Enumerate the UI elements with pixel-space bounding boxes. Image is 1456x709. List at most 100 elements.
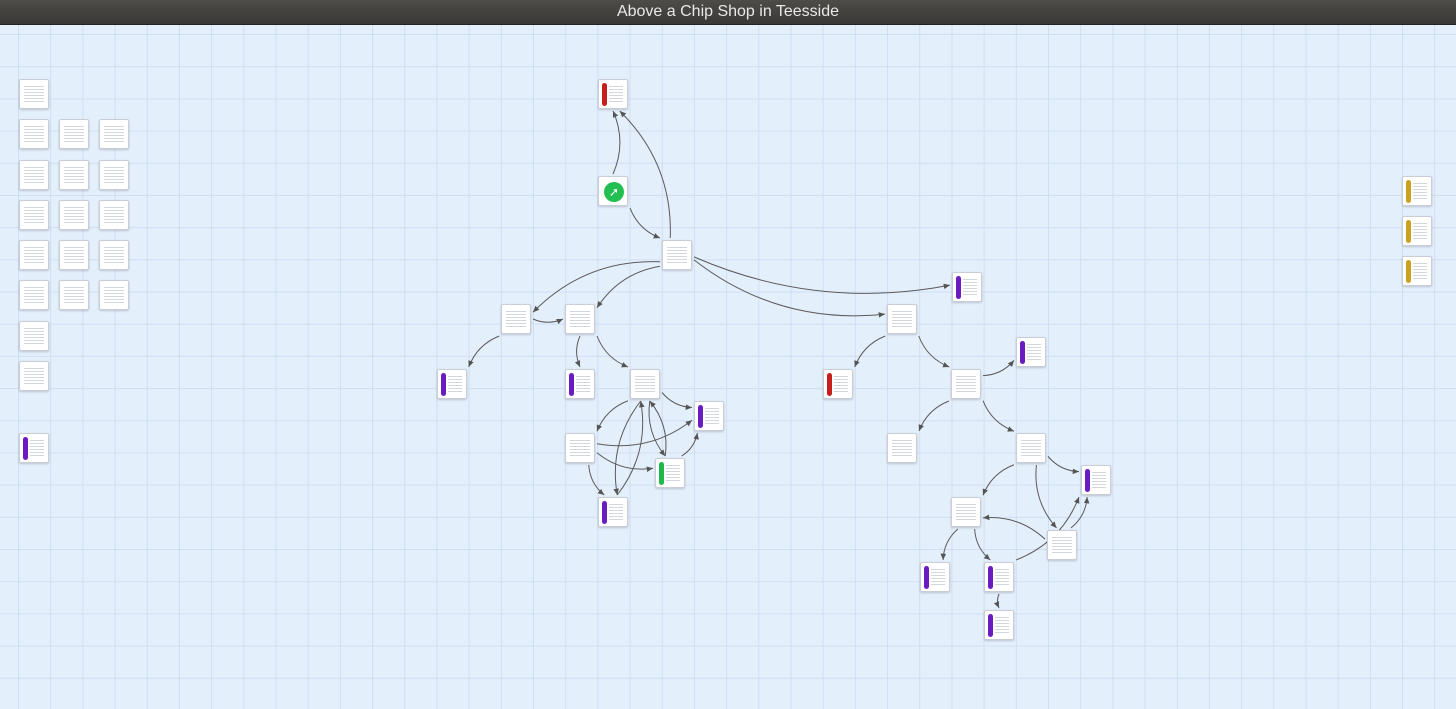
passage-card-r[interactable] [887, 304, 917, 334]
passage-text-lines [506, 309, 526, 329]
passage-text-lines [104, 285, 124, 305]
passage-card-hub[interactable] [662, 240, 692, 270]
passage-card-l9[interactable] [59, 200, 89, 230]
passage-card-r5[interactable] [1016, 433, 1046, 463]
passage-card-c2[interactable] [655, 458, 685, 488]
passage-card-l8[interactable] [19, 200, 49, 230]
passage-card-l11[interactable] [19, 240, 49, 270]
tag-purple-marker [956, 276, 961, 299]
passage-card-y1[interactable] [1402, 176, 1432, 206]
passage-card-top[interactable] [598, 79, 628, 109]
passage-card-r9[interactable] [920, 562, 950, 592]
passage-text-lines [995, 615, 1009, 635]
passage-text-lines [666, 463, 680, 483]
passage-card-l5[interactable] [19, 160, 49, 190]
passage-text-lines [104, 165, 124, 185]
passage-text-lines [1052, 535, 1072, 555]
passage-card-l6[interactable] [59, 160, 89, 190]
passage-text-lines [576, 374, 590, 394]
passage-card-r1[interactable] [823, 369, 853, 399]
passage-text-lines [64, 205, 84, 225]
passage-card-l16[interactable] [99, 280, 129, 310]
passage-card-l1[interactable] [19, 79, 49, 109]
passage-text-lines [834, 374, 848, 394]
passage-text-lines [570, 309, 590, 329]
passage-text-lines [1021, 438, 1041, 458]
passage-text-lines [667, 245, 687, 265]
passage-text-lines [1413, 181, 1427, 201]
tag-purple-marker [23, 437, 28, 460]
passage-card-b2[interactable] [630, 369, 660, 399]
passage-card-l7[interactable] [99, 160, 129, 190]
passage-card-r3[interactable] [1016, 337, 1046, 367]
passage-text-lines [30, 438, 44, 458]
passage-card-y2[interactable] [1402, 216, 1432, 246]
passage-card-l14[interactable] [19, 280, 49, 310]
rocket-icon: ➚ [604, 182, 624, 202]
tag-purple-marker [441, 373, 446, 396]
passage-text-lines [609, 502, 623, 522]
passage-text-lines [64, 285, 84, 305]
tag-purple-marker [924, 566, 929, 589]
passage-text-lines [931, 567, 945, 587]
passage-card-l15[interactable] [59, 280, 89, 310]
passage-card-c3[interactable] [598, 497, 628, 527]
passage-text-lines [1027, 342, 1041, 362]
passage-card-l10[interactable] [99, 200, 129, 230]
passage-card-r10[interactable] [984, 562, 1014, 592]
passage-text-lines [104, 124, 124, 144]
passage-text-lines [24, 245, 44, 265]
passage-text-lines [24, 205, 44, 225]
passage-card-r8[interactable] [1047, 530, 1077, 560]
passage-card-r6[interactable] [1081, 465, 1111, 495]
passage-card-l18[interactable] [19, 361, 49, 391]
passage-card-l4[interactable] [99, 119, 129, 149]
tag-purple-marker [1020, 341, 1025, 364]
passage-text-lines [24, 165, 44, 185]
passage-card-l19[interactable] [19, 433, 49, 463]
passage-card-r4[interactable] [887, 433, 917, 463]
passage-card-c1[interactable] [565, 433, 595, 463]
tag-yellow-marker [1406, 220, 1411, 243]
storyboard-canvas[interactable] [0, 25, 1456, 709]
passage-card-l3[interactable] [59, 119, 89, 149]
passage-card-a1[interactable] [437, 369, 467, 399]
passage-text-lines [892, 438, 912, 458]
passage-card-l13[interactable] [99, 240, 129, 270]
passage-text-lines [963, 277, 977, 297]
passage-text-lines [995, 567, 1009, 587]
passage-card-a[interactable] [501, 304, 531, 334]
passage-card-l12[interactable] [59, 240, 89, 270]
passage-text-lines [956, 374, 976, 394]
tag-purple-marker [1085, 469, 1090, 492]
passage-card-b[interactable] [565, 304, 595, 334]
passage-card-y3[interactable] [1402, 256, 1432, 286]
passage-card-b3[interactable] [694, 401, 724, 431]
passage-card-l2[interactable] [19, 119, 49, 149]
passage-card-r2[interactable] [951, 369, 981, 399]
passage-text-lines [609, 84, 623, 104]
tag-red-marker [602, 83, 607, 106]
passage-card-hubR[interactable] [952, 272, 982, 302]
tag-purple-marker [698, 405, 703, 428]
passage-text-lines [24, 326, 44, 346]
passage-card-b1[interactable] [565, 369, 595, 399]
passage-text-lines [448, 374, 462, 394]
tag-purple-marker [988, 614, 993, 637]
tag-red-marker [827, 373, 832, 396]
passage-text-lines [64, 165, 84, 185]
passage-card-r7[interactable] [951, 497, 981, 527]
passage-text-lines [635, 374, 655, 394]
passage-text-lines [1413, 261, 1427, 281]
tag-green-marker [659, 462, 664, 485]
passage-card-start[interactable]: ➚ [598, 176, 628, 206]
passage-text-lines [705, 406, 719, 426]
passage-text-lines [24, 285, 44, 305]
passage-text-lines [104, 245, 124, 265]
passage-text-lines [24, 84, 44, 104]
passage-text-lines [1092, 470, 1106, 490]
passage-card-r11[interactable] [984, 610, 1014, 640]
tag-purple-marker [569, 373, 574, 396]
passage-card-l17[interactable] [19, 321, 49, 351]
tag-yellow-marker [1406, 180, 1411, 203]
